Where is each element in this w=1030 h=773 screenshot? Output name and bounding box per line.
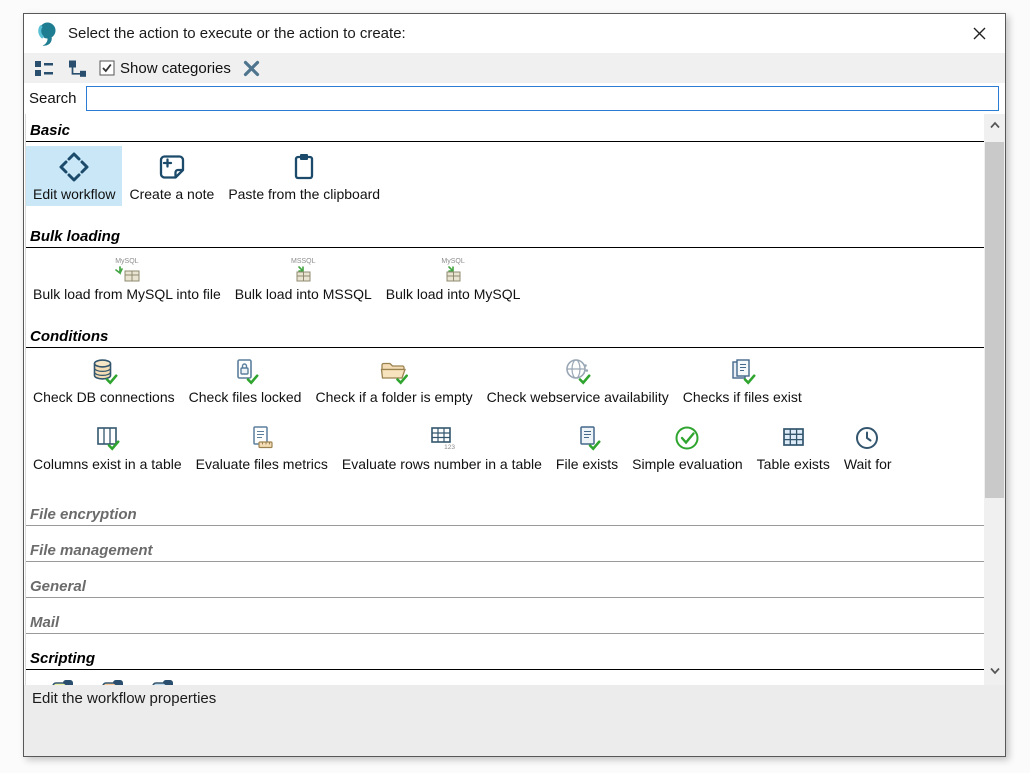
db-mini-label: MySQL — [115, 257, 138, 266]
edit-workflow-icon — [58, 151, 90, 183]
action-label: Edit workflow — [33, 186, 115, 203]
dialog-title: Select the action to execute or the acti… — [68, 25, 406, 42]
action-label: File exists — [556, 456, 618, 473]
action-check-db-connections[interactable]: Check DB connections — [26, 352, 182, 409]
category-header-file-management: File management — [26, 542, 984, 562]
table-rows-count-icon: 123 — [427, 424, 457, 453]
action-create-a-note[interactable]: Create a note — [122, 146, 221, 206]
action-label: Columns exist in a table — [33, 456, 182, 473]
category-header-conditions: Conditions — [26, 328, 984, 348]
action-wait-for[interactable]: Wait for — [837, 419, 899, 476]
mysql-bulk-load-in-icon — [435, 266, 471, 283]
mssql-bulk-load-in-icon — [285, 266, 321, 283]
action-label: Bulk load into MySQL — [386, 286, 521, 303]
action-label: Check files locked — [189, 389, 302, 406]
tree-view-icon[interactable] — [65, 57, 90, 80]
action-evaluate-rows-number-in-a-table[interactable]: 123 Evaluate rows number in a table — [335, 419, 549, 476]
category-row-conditions-1: Check DB connections Check files locked — [26, 348, 984, 415]
mysql-bulk-load-out-icon — [109, 266, 145, 283]
webservice-check-icon — [563, 357, 592, 386]
action-label: Table exists — [757, 456, 830, 473]
action-table-exists[interactable]: Table exists — [750, 419, 837, 476]
table-grid-icon — [779, 424, 808, 453]
action-label: Bulk load from MySQL into file — [33, 286, 221, 303]
category-header-bulk-loading: Bulk loading — [26, 228, 984, 248]
action-label: Evaluate rows number in a table — [342, 456, 542, 473]
action-list: Basic Edit workflow — [24, 114, 1005, 685]
action-label: Create a note — [129, 186, 214, 203]
category-header-file-encryption: File encryption — [26, 506, 984, 526]
clock-icon — [853, 424, 882, 453]
select-action-dialog: Select the action to execute or the acti… — [23, 13, 1006, 757]
scroll-up-icon[interactable] — [984, 116, 1005, 133]
sql-script-icon[interactable]: SQL — [150, 678, 176, 685]
action-edit-workflow[interactable]: Edit workflow — [26, 146, 122, 206]
category-header-mail: Mail — [26, 614, 984, 634]
dialog-toolbar: Show categories — [24, 53, 1005, 83]
search-row: Search — [24, 83, 1005, 114]
show-categories-checkbox[interactable]: Show categories — [99, 60, 231, 77]
hop-logo-icon — [37, 21, 58, 46]
action-label: Bulk load into MSSQL — [235, 286, 372, 303]
action-evaluate-files-metrics[interactable]: Evaluate files metrics — [189, 419, 335, 476]
category-header-basic: Basic — [26, 122, 984, 142]
action-label: Check webservice availability — [487, 389, 669, 406]
action-file-exists[interactable]: File exists — [549, 419, 625, 476]
action-label: Checks if files exist — [683, 389, 802, 406]
table-columns-check-icon — [93, 424, 122, 453]
close-icon[interactable] — [968, 22, 991, 45]
action-label: Paste from the clipboard — [228, 186, 380, 203]
green-check-circle-icon — [673, 424, 702, 453]
folder-check-icon — [379, 357, 409, 386]
search-label: Search — [29, 90, 77, 107]
scroll-down-icon[interactable] — [984, 662, 1005, 679]
dialog-titlebar: Select the action to execute or the acti… — [24, 14, 1005, 53]
clipboard-icon — [288, 151, 320, 183]
category-row-scripting: JS > SQL — [26, 670, 984, 685]
list-view-icon[interactable] — [31, 57, 56, 80]
action-bulk-load-into-mssql[interactable]: MSSQL Bulk load into MSSQL — [228, 252, 379, 306]
action-checks-if-files-exist[interactable]: Checks if files exist — [676, 352, 809, 409]
action-list-content: Basic Edit workflow — [25, 114, 984, 685]
db-mini-label: MSSQL — [291, 257, 316, 266]
file-check-icon — [573, 424, 602, 453]
search-input[interactable] — [86, 86, 999, 111]
status-bar: Edit the workflow properties — [24, 685, 1005, 757]
action-check-files-locked[interactable]: Check files locked — [182, 352, 309, 409]
action-paste-from-the-clipboard[interactable]: Paste from the clipboard — [221, 146, 387, 206]
show-categories-label: Show categories — [120, 60, 231, 77]
action-label: Check DB connections — [33, 389, 175, 406]
action-label: Wait for — [844, 456, 892, 473]
action-label: Simple evaluation — [632, 456, 743, 473]
file-metrics-icon — [247, 424, 276, 453]
db-mini-label: MySQL — [441, 257, 464, 266]
svg-text:123: 123 — [444, 444, 455, 451]
action-check-if-a-folder-is-empty[interactable]: Check if a folder is empty — [308, 352, 479, 409]
action-simple-evaluation[interactable]: Simple evaluation — [625, 419, 750, 476]
category-row-bulk-loading: MySQL Bulk load from MySQL into file MSS… — [26, 248, 984, 312]
action-label: Evaluate files metrics — [196, 456, 328, 473]
category-row-basic: Edit workflow Create a note — [26, 142, 984, 212]
clear-search-icon[interactable] — [240, 57, 263, 80]
action-check-webservice-availability[interactable]: Check webservice availability — [480, 352, 676, 409]
file-lock-check-icon — [231, 357, 260, 386]
status-text: Edit the workflow properties — [32, 690, 216, 707]
action-bulk-load-into-mysql[interactable]: MySQL Bulk load into MySQL — [379, 252, 528, 306]
action-columns-exist-in-a-table[interactable]: Columns exist in a table — [26, 419, 189, 476]
vertical-scrollbar[interactable] — [984, 114, 1005, 685]
action-label: Check if a folder is empty — [315, 389, 472, 406]
category-header-general: General — [26, 578, 984, 598]
create-note-icon — [156, 151, 188, 183]
javascript-script-icon[interactable]: JS — [50, 678, 76, 685]
category-header-scripting: Scripting — [26, 650, 984, 670]
action-bulk-load-from-mysql-into-file[interactable]: MySQL Bulk load from MySQL into file — [26, 252, 228, 306]
shell-script-icon[interactable]: > — [100, 678, 126, 685]
checkbox-checked-icon — [99, 60, 115, 76]
scrollbar-thumb[interactable] — [985, 142, 1004, 498]
category-row-conditions-2: Columns exist in a table Evaluate files … — [26, 415, 984, 482]
database-check-icon — [89, 357, 118, 386]
files-stack-check-icon — [728, 357, 757, 386]
